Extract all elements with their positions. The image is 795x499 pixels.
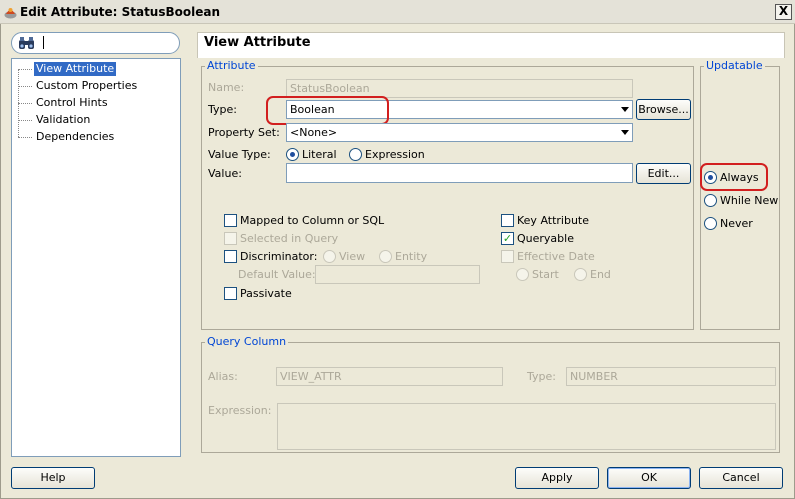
- expression-textarea: [277, 403, 776, 450]
- entity-radio: [379, 250, 392, 263]
- alias-label: Alias:: [208, 370, 238, 383]
- help-button[interactable]: Help: [11, 467, 95, 489]
- nav-item-validation[interactable]: Validation: [18, 112, 92, 128]
- nav-item-view-attribute[interactable]: View Attribute: [18, 61, 117, 77]
- expression-label: Expression: [365, 148, 425, 161]
- selected-in-query-checkbox: [224, 232, 237, 245]
- name-label: Name:: [208, 81, 245, 94]
- mapped-checkbox[interactable]: [224, 214, 237, 227]
- query-type-field: NUMBER: [566, 367, 776, 386]
- key-attribute-checkbox[interactable]: [501, 214, 514, 227]
- while-new-radio[interactable]: [704, 194, 717, 207]
- type-label: Type:: [208, 103, 237, 116]
- nav-item-label: Custom Properties: [36, 79, 138, 92]
- default-value-field: [315, 265, 480, 284]
- key-attribute-label: Key Attribute: [517, 214, 590, 227]
- mapped-label: Mapped to Column or SQL: [240, 214, 385, 227]
- app-icon: [4, 8, 17, 19]
- nav-item-dependencies[interactable]: Dependencies: [18, 129, 116, 145]
- chevron-down-icon[interactable]: [618, 101, 632, 118]
- nav-item-label: Validation: [36, 113, 91, 126]
- window-title: Edit Attribute: StatusBoolean: [20, 5, 221, 19]
- default-value-label: Default Value:: [238, 268, 316, 281]
- updatable-legend: Updatable: [704, 59, 765, 72]
- queryable-label: Queryable: [517, 232, 574, 245]
- nav-item-label: Control Hints: [36, 96, 108, 109]
- property-set-dropdown[interactable]: <None>: [286, 123, 633, 142]
- expression-radio[interactable]: [349, 148, 362, 161]
- never-radio[interactable]: [704, 217, 717, 230]
- query-type-label: Type:: [527, 370, 556, 383]
- query-column-legend: Query Column: [205, 335, 289, 348]
- view-label: View: [339, 250, 366, 263]
- highlight-annotation: [266, 96, 389, 125]
- page-title: View Attribute: [204, 35, 311, 50]
- start-radio: [516, 268, 529, 281]
- never-label: Never: [720, 217, 753, 230]
- alias-field: VIEW_ATTR: [276, 367, 503, 386]
- expression-field-label: Expression:: [208, 404, 272, 417]
- effective-date-checkbox: [501, 250, 514, 263]
- passivate-checkbox[interactable]: [224, 287, 237, 300]
- cancel-button[interactable]: Cancel: [699, 467, 783, 489]
- value-input[interactable]: [286, 163, 633, 183]
- edit-button[interactable]: Edit...: [636, 163, 691, 184]
- selected-in-query-label: Selected in Query: [240, 232, 339, 245]
- navigation-tree: View Attribute Custom Properties Control…: [11, 58, 181, 457]
- entity-label: Entity: [395, 250, 428, 263]
- property-set-value: <None>: [290, 126, 338, 139]
- nav-item-label: View Attribute: [34, 62, 117, 76]
- always-label: Always: [720, 171, 759, 184]
- property-set-label: Property Set:: [208, 126, 280, 139]
- discriminator-checkbox[interactable]: [224, 250, 237, 263]
- title-bar: Edit Attribute: StatusBoolean X: [0, 0, 795, 24]
- view-radio: [323, 250, 336, 263]
- while-new-label: While New: [720, 194, 779, 207]
- browse-button[interactable]: Browse...: [636, 99, 691, 120]
- end-label: End: [590, 268, 611, 281]
- nav-item-label: Dependencies: [36, 130, 115, 143]
- queryable-checkbox[interactable]: ✓: [501, 232, 514, 245]
- effective-date-label: Effective Date: [517, 250, 595, 263]
- close-icon: X: [778, 4, 789, 18]
- nav-item-custom-properties[interactable]: Custom Properties: [18, 78, 139, 94]
- discriminator-label: Discriminator:: [240, 250, 318, 263]
- chevron-down-icon[interactable]: [618, 124, 632, 141]
- end-radio: [574, 268, 587, 281]
- literal-label: Literal: [302, 148, 337, 161]
- apply-button[interactable]: Apply: [515, 467, 599, 489]
- binoculars-icon: [19, 37, 34, 49]
- value-label: Value:: [208, 167, 242, 180]
- passivate-label: Passivate: [240, 287, 292, 300]
- literal-radio[interactable]: [286, 148, 299, 161]
- start-label: Start: [532, 268, 559, 281]
- value-type-label: Value Type:: [208, 148, 271, 161]
- search-input[interactable]: [42, 35, 172, 51]
- always-radio[interactable]: [704, 171, 717, 184]
- close-button[interactable]: X: [775, 4, 792, 20]
- ok-button[interactable]: OK: [607, 467, 691, 489]
- search-box[interactable]: [11, 32, 180, 54]
- attribute-legend: Attribute: [205, 59, 258, 72]
- nav-item-control-hints[interactable]: Control Hints: [18, 95, 110, 111]
